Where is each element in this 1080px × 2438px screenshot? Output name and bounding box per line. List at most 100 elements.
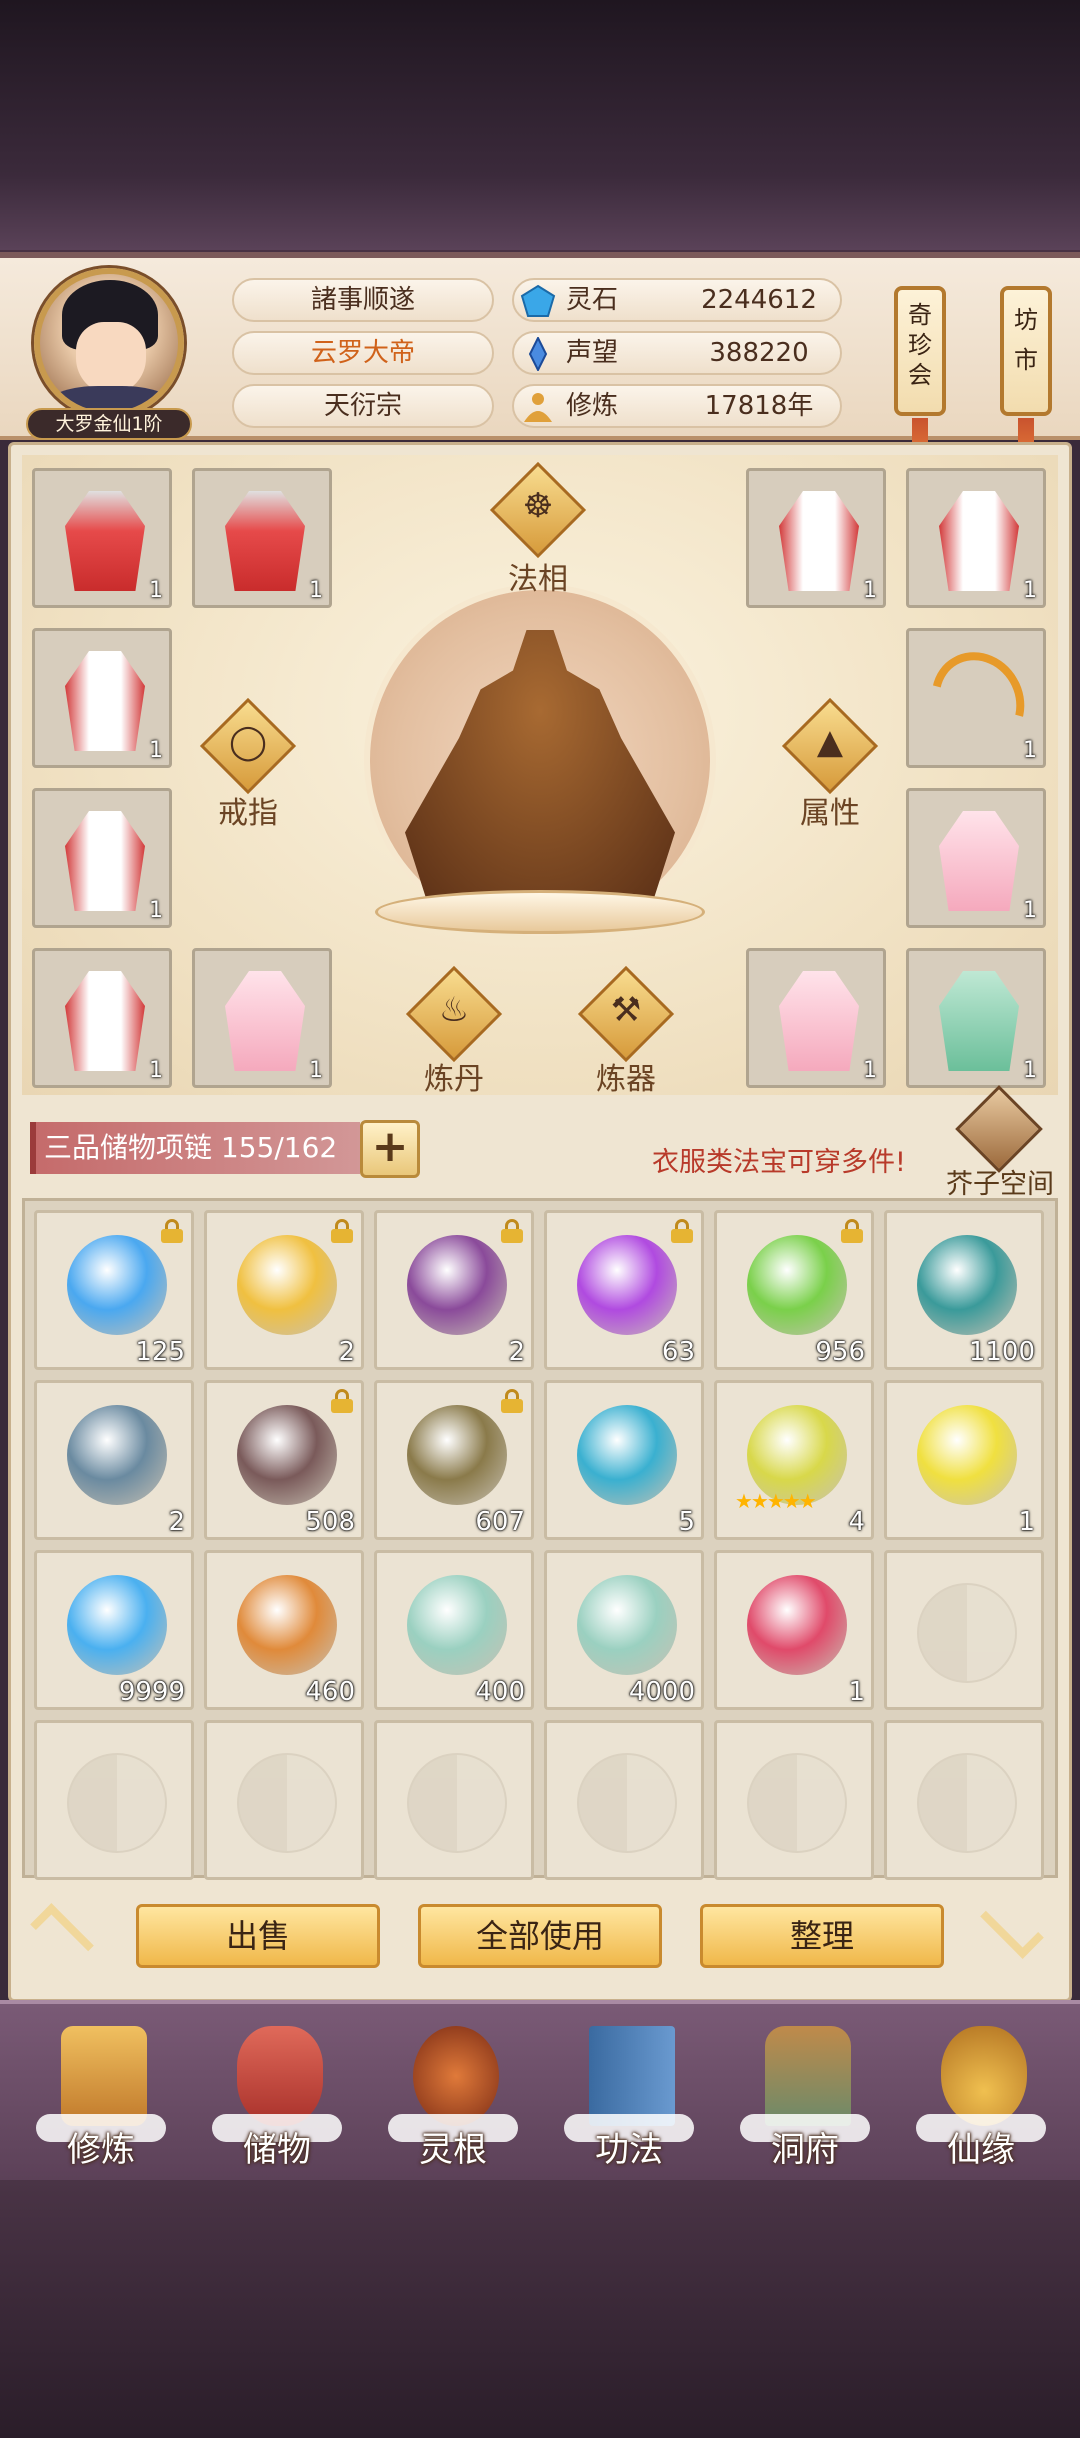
equip-slot[interactable]: 1 [32, 628, 172, 768]
cave-dwelling-icon [765, 2026, 851, 2126]
inventory-item[interactable]: 1100 [884, 1210, 1044, 1370]
expand-storage-button[interactable]: + [360, 1120, 420, 1178]
inventory-item[interactable]: 2 [34, 1380, 194, 1540]
empty-slot[interactable] [884, 1720, 1044, 1880]
nav-label: 修炼 [67, 2130, 135, 2170]
item-count: 9999 [118, 1677, 185, 1707]
prestige-crystal-icon [528, 337, 548, 371]
stat-value: 388220 [709, 338, 809, 368]
empty-slot[interactable] [544, 1720, 704, 1880]
item-count: 460 [305, 1677, 355, 1707]
meditating-monk-icon [61, 2026, 147, 2126]
slot-count: 1 [309, 578, 323, 603]
player-avatar[interactable]: 大罗金仙1阶 [26, 268, 196, 440]
inventory-item[interactable]: 1 [714, 1550, 874, 1710]
avatar[interactable] [34, 268, 184, 418]
nav-label: 洞府 [771, 2130, 839, 2170]
sell-button[interactable]: 出售 [136, 1904, 380, 1968]
nav-skills[interactable]: 功法 [554, 2022, 704, 2182]
inventory-item[interactable]: 9999 [34, 1550, 194, 1710]
lock-icon [161, 1219, 183, 1243]
nav-spirit-root[interactable]: 灵根 [378, 2022, 528, 2182]
cultivation-icon [524, 393, 552, 422]
inventory-item[interactable]: 1 [884, 1380, 1044, 1540]
slot-count: 1 [1023, 578, 1037, 603]
stat-spirit-stone: 灵石 2244612 [512, 278, 842, 322]
bottom-nav: 修炼 储物 灵根 功法 洞府 仙缘 [0, 2000, 1080, 2180]
empty-slot[interactable] [34, 1720, 194, 1880]
stat-value: 17818年 [704, 391, 814, 421]
spirit-grass-icon [747, 1235, 847, 1335]
scroll-icon [917, 1235, 1017, 1335]
nav-storage[interactable]: 储物 [202, 2022, 352, 2182]
inventory-item[interactable]: 5 [544, 1380, 704, 1540]
sort-button[interactable]: 整理 [700, 1904, 944, 1968]
equip-slot[interactable]: 1 [906, 468, 1046, 608]
inventory-item[interactable]: ★★★★★ 4 [714, 1380, 874, 1540]
inventory-item[interactable]: 4000 [544, 1550, 704, 1710]
yellow-gem-icon [917, 1405, 1017, 1505]
alchemy-button[interactable]: ♨ [405, 965, 503, 1063]
scroll-down-arrow[interactable] [972, 1895, 1052, 1960]
equip-slot[interactable]: 1 [192, 948, 332, 1088]
empty-slot[interactable] [884, 1550, 1044, 1710]
equip-slot[interactable]: 1 [906, 788, 1046, 928]
inventory-item[interactable]: 400 [374, 1550, 534, 1710]
nav-fate[interactable]: 仙缘 [906, 2022, 1056, 2182]
robe-icon [65, 811, 145, 911]
nav-cultivation[interactable]: 修炼 [26, 2022, 176, 2182]
ring-label: 戒指 [218, 796, 278, 831]
equip-slot[interactable]: 1 [746, 468, 886, 608]
dharma-form-button[interactable]: ☸ [489, 461, 587, 559]
item-count: 1 [848, 1677, 865, 1707]
attribute-button[interactable]: ▲ [781, 697, 879, 795]
storage-bag-icon [237, 2026, 323, 2126]
item-count: 956 [815, 1337, 865, 1367]
equip-slot[interactable]: 1 [906, 628, 1046, 768]
meditating-figure-icon: ☸ [522, 486, 554, 526]
scroll-up-arrow[interactable] [22, 1903, 102, 1967]
equip-slot[interactable]: 1 [32, 788, 172, 928]
inventory-item[interactable]: 956 [714, 1210, 874, 1370]
nav-label: 仙缘 [947, 2130, 1015, 2170]
forge-button[interactable]: ⚒ [577, 965, 675, 1063]
empty-slot[interactable] [374, 1720, 534, 1880]
robe-icon [779, 971, 859, 1071]
slot-count: 1 [309, 1058, 323, 1083]
straw-hat-icon: ▲ [816, 722, 844, 762]
violet-orb-icon [577, 1235, 677, 1335]
nav-label: 储物 [243, 2130, 311, 2170]
inventory-item[interactable]: 607 [374, 1380, 534, 1540]
item-count: 2 [338, 1337, 355, 1367]
ring-button[interactable]: ◯ [199, 697, 297, 795]
player-sect[interactable]: 天衍宗 [232, 384, 494, 428]
empty-slot[interactable] [714, 1720, 874, 1880]
item-count: 1100 [968, 1337, 1035, 1367]
storage-capacity: 三品储物项链 155/162 [30, 1122, 360, 1174]
equip-slot[interactable]: 1 [906, 948, 1046, 1088]
inventory-item[interactable]: 508 [204, 1380, 364, 1540]
inventory-item[interactable]: 125 [34, 1210, 194, 1370]
item-count: 63 [661, 1337, 695, 1367]
market-button[interactable]: 坊市 [1000, 286, 1052, 462]
robe-icon [939, 811, 1019, 911]
equip-slot[interactable]: 1 [192, 468, 332, 608]
item-count: 4000 [628, 1677, 695, 1707]
item-count: 5 [678, 1507, 695, 1537]
lotus-pod-icon [237, 1575, 337, 1675]
pedestal [375, 890, 705, 934]
player-title[interactable]: 云罗大帝 [232, 331, 494, 375]
equip-slot[interactable]: 1 [32, 468, 172, 608]
empty-slot[interactable] [204, 1720, 364, 1880]
inventory-item[interactable]: 460 [204, 1550, 364, 1710]
equip-slot[interactable]: 1 [32, 948, 172, 1088]
equip-slot[interactable]: 1 [746, 948, 886, 1088]
nav-cave[interactable]: 洞府 [730, 2022, 880, 2182]
mustard-space-button[interactable]: 芥子空间 [940, 1085, 1060, 1200]
inventory-item[interactable]: 2 [374, 1210, 534, 1370]
inventory-item[interactable]: 2 [204, 1210, 364, 1370]
inventory-item[interactable]: 63 [544, 1210, 704, 1370]
rare-treasure-fair-button[interactable]: 奇珍会 [894, 286, 946, 462]
slot-count: 1 [1023, 1058, 1037, 1083]
use-all-button[interactable]: 全部使用 [418, 1904, 662, 1968]
